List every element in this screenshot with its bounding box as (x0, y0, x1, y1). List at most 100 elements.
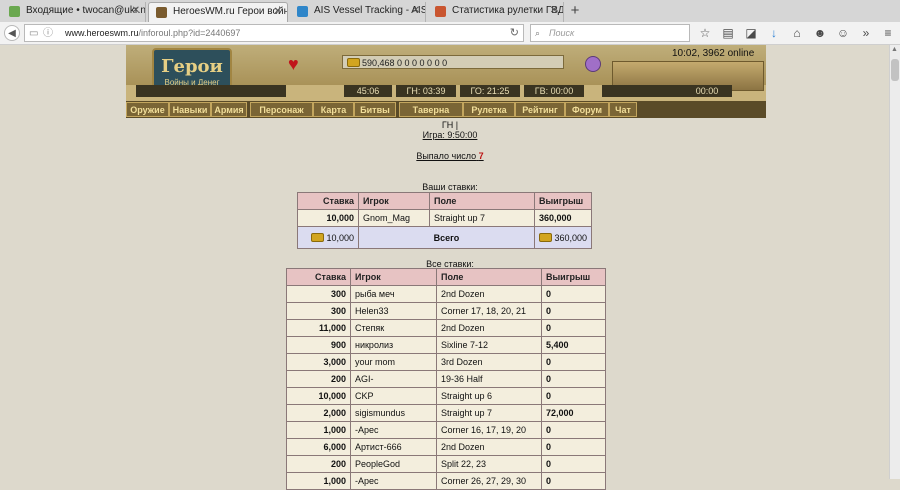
scroll-up-icon[interactable]: ▲ (891, 46, 898, 53)
game-header: Герои Войны и Денег ♥ 590,468 0 0 0 0 0 … (126, 45, 766, 118)
timer-gn: ГН: 03:39 (396, 85, 456, 97)
tab-inbox[interactable]: Входящие • twocan@ukr.n... ✕ (2, 2, 146, 22)
player-cell: Степяк (350, 319, 437, 337)
scroll-thumb[interactable] (891, 59, 899, 81)
tab-roulette-stats[interactable]: Статистика рулетки ГВД - ... ✕ (428, 2, 564, 22)
bet-cell: 10,000 (297, 209, 359, 227)
download-icon[interactable]: ↓ (766, 25, 782, 41)
player-cell: AGI- (350, 370, 437, 388)
total-label: Всего (358, 226, 535, 249)
win-cell: 0 (541, 370, 606, 388)
menu-icon[interactable]: ≡ (880, 25, 896, 41)
total-row: 10,000 Всего 360,000 (297, 226, 592, 249)
url-host: www.heroeswm.ru (65, 28, 139, 38)
nav-skills[interactable]: Навыки (169, 102, 211, 117)
player-cell: sigismundus (350, 404, 437, 422)
table-row: 11,000 Степяк 2nd Dozen 0 (286, 319, 606, 337)
player-cell: -Apec (350, 421, 437, 439)
table-header: Ставка Игрок Поле Выигрыш (297, 192, 592, 210)
gn-label: ГН | (441, 120, 459, 130)
bet-cell: 2,000 (286, 404, 351, 422)
table-row: 10,000 CKP Straight up 60 (286, 387, 606, 405)
win-cell: 0 (541, 353, 606, 371)
star-icon[interactable]: ☆ (697, 25, 713, 41)
timer-bar-right: 00:00 (602, 85, 732, 97)
pocket-icon[interactable]: ◪ (743, 25, 759, 41)
site-icon (156, 7, 167, 18)
tab-label: HeroesWM.ru Герои войн... (173, 6, 288, 17)
bet-cell: 1,000 (286, 472, 351, 490)
nav-forum[interactable]: Форум (565, 102, 609, 117)
chat-icon[interactable]: ☻ (812, 25, 828, 41)
header-win: Выигрыш (534, 192, 592, 210)
dropped-link[interactable]: Выпало число 7 (416, 151, 483, 161)
nav-rating[interactable]: Рейтинг (515, 102, 565, 117)
player-cell: PeopleGod (350, 455, 437, 473)
tab-ais[interactable]: AIS Vessel Tracking - AIS P... ✕ (290, 2, 426, 22)
total-win-cell: 360,000 (534, 226, 592, 249)
bet-cell: 11,000 (286, 319, 351, 337)
url-field[interactable]: ▭ ⓘ www.heroeswm.ru/inforoul.php?id=2440… (24, 24, 524, 42)
header-bet: Ставка (297, 192, 359, 210)
win-cell: 5,400 (541, 336, 606, 354)
nav-army[interactable]: Армия (211, 102, 247, 117)
win-cell: 360,000 (534, 209, 592, 227)
field-cell: Split 22, 23 (436, 455, 542, 473)
field-cell: Corner 16, 17, 19, 20 (436, 421, 542, 439)
total-bet: 10,000 (326, 232, 354, 243)
search-field[interactable]: ⌕ Поиск (530, 24, 690, 42)
table-header: Ставка Игрок Поле Выигрыш (286, 268, 606, 286)
header-field: Поле (429, 192, 535, 210)
gold-icon (347, 58, 360, 67)
header-bet: Ставка (286, 268, 351, 286)
field-cell: Sixline 7-12 (436, 336, 542, 354)
field-cell: Straight up 7 (429, 209, 535, 227)
nav-character[interactable]: Персонаж (250, 102, 313, 117)
bet-cell: 200 (286, 370, 351, 388)
close-icon[interactable]: ✕ (550, 5, 558, 16)
field-cell: 2nd Dozen (436, 438, 542, 456)
player-cell: Gnom_Mag (358, 209, 430, 227)
addon-icon[interactable]: ☺ (835, 25, 851, 41)
table-row: 900 никролиз Sixline 7-12 5,400 (286, 336, 606, 354)
nav-roulette[interactable]: Рулетка (463, 102, 515, 117)
field-cell: 19-36 Half (436, 370, 542, 388)
all-bets-table: Ставка Игрок Поле Выигрыш 300 рыба меч 2nd… (286, 268, 606, 490)
page-scrollbar[interactable]: ▲ (889, 45, 900, 479)
reload-icon[interactable]: ↻ (510, 25, 519, 41)
new-tab-button[interactable]: + (566, 2, 584, 20)
bet-cell: 1,000 (286, 421, 351, 439)
nav-weapons[interactable]: Оружие (126, 102, 169, 117)
gold-icon (311, 232, 325, 242)
nav-chat[interactable]: Чат (609, 102, 637, 117)
heart-icon: ♥ (288, 54, 299, 74)
close-icon[interactable]: ✕ (132, 5, 140, 16)
win-cell: 0 (541, 455, 606, 473)
potion-icon (585, 56, 601, 72)
info-icon[interactable]: ⓘ (43, 26, 53, 42)
total-win: 360,000 (554, 232, 587, 243)
win-cell: 0 (541, 285, 606, 303)
tab-heroeswm[interactable]: HeroesWM.ru Герои войн... ✕ (148, 2, 288, 22)
back-button[interactable]: ◀ (4, 25, 20, 41)
close-icon[interactable]: ✕ (412, 5, 420, 16)
win-cell: 0 (541, 438, 606, 456)
close-icon[interactable]: ✕ (274, 6, 282, 17)
bet-cell: 10,000 (286, 387, 351, 405)
timer-gv: ГВ: 00:00 (524, 85, 584, 97)
mail-icon (9, 6, 20, 17)
nav-map[interactable]: Карта (313, 102, 354, 117)
bet-cell: 900 (286, 336, 351, 354)
table-row: 200 AGI- 19-36 Half 0 (286, 370, 606, 388)
game-time-link[interactable]: Игра: 9:50:00 (423, 130, 478, 140)
home-icon[interactable]: ⌂ (789, 25, 805, 41)
bet-cell: 3,000 (286, 353, 351, 371)
bet-cell: 300 (286, 285, 351, 303)
nav-tavern[interactable]: Таверна (399, 102, 463, 117)
timer-bar-left (136, 85, 286, 97)
reading-list-icon[interactable]: ▤ (720, 25, 736, 41)
nav-battles[interactable]: Битвы (354, 102, 396, 117)
win-cell: 0 (541, 387, 606, 405)
tab-label: Входящие • twocan@ukr.n... (26, 5, 146, 16)
more-icon[interactable]: » (858, 25, 874, 41)
